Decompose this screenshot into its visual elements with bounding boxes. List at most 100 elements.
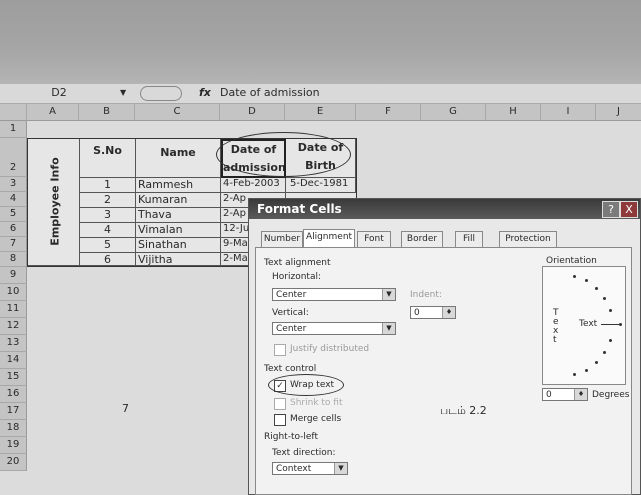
table-row-1-sno[interactable]: 1 [80,178,136,193]
row-header-13[interactable]: 13 [0,335,27,352]
row-header-18[interactable]: 18 [0,420,27,437]
name-box[interactable]: D2 [0,86,118,100]
indent-value: 0 [414,308,420,318]
table-row-5-sno[interactable]: 5 [80,238,136,253]
indent-label: Indent: [410,290,442,300]
header-sno[interactable]: S.No [80,139,136,178]
col-header-h[interactable]: H [486,104,541,121]
table-row-4-sno[interactable]: 4 [80,223,136,238]
help-button[interactable]: ? [602,201,620,218]
orientation-needle [601,324,619,325]
orientation-dot [603,297,606,300]
orientation-dot [595,361,598,364]
employee-info-cell[interactable]: Employee Info [28,139,80,266]
horizontal-select[interactable]: Center ▼ [272,288,396,301]
name-box-dropdown-icon[interactable]: ▼ [120,86,126,100]
ribbon-area [0,0,641,84]
row-header-3[interactable]: 3 [0,177,27,192]
orientation-dot [609,309,612,312]
tab-font[interactable]: Font [357,231,391,248]
header-name[interactable]: Name [136,139,221,178]
row-header-10[interactable]: 10 [0,284,27,301]
tab-border[interactable]: Border [401,231,443,248]
vertical-select[interactable]: Center ▼ [272,322,396,335]
select-all-corner[interactable] [0,104,27,121]
row-header-2[interactable]: 2 [0,138,27,177]
table-row-4-name[interactable]: Vimalan [136,223,221,238]
tab-number[interactable]: Number [261,231,303,248]
orientation-text-label: Text [579,319,598,329]
insert-function-icon[interactable]: fx [199,86,211,100]
tab-alignment[interactable]: Alignment [303,229,355,249]
row-header-20[interactable]: 20 [0,454,27,471]
highlight-oval-wrap-text [268,374,344,396]
row-header-1[interactable]: 1 [0,121,27,138]
row-header-6[interactable]: 6 [0,222,27,237]
justify-distributed-checkbox[interactable] [274,344,286,356]
table-row-2-sno[interactable]: 2 [80,193,136,208]
col-header-i[interactable]: I [541,104,596,121]
table-row-3-name[interactable]: Thava [136,208,221,223]
merge-cells-label: Merge cells [290,414,342,424]
shrink-to-fit-label: Shrink to fit [290,398,343,408]
formula-bar: D2 ▼ fx Date of admission [0,84,641,104]
highlight-oval-headers [216,132,351,177]
table-row-1-name[interactable]: Rammesh [136,178,221,193]
col-header-a[interactable]: A [27,104,79,121]
vertical-value: Center [276,324,307,334]
row-header-16[interactable]: 16 [0,386,27,403]
row-header-12[interactable]: 12 [0,318,27,335]
text-direction-label: Text direction: [272,448,336,458]
shrink-to-fit-checkbox[interactable] [274,398,286,410]
row-header-8[interactable]: 8 [0,252,27,267]
col-header-f[interactable]: F [356,104,421,121]
orientation-dot [585,279,588,282]
row-header-5[interactable]: 5 [0,207,27,222]
spinner-icon: ♦ [574,389,587,400]
row-header-7[interactable]: 7 [0,237,27,252]
table-row-6-name[interactable]: Vijitha [136,253,221,266]
col-header-d[interactable]: D [220,104,285,121]
orientation-heading: Orientation [546,256,597,266]
row-header-19[interactable]: 19 [0,437,27,454]
table-row-6-sno[interactable]: 6 [80,253,136,266]
col-header-b[interactable]: B [79,104,135,121]
orientation-dot [585,369,588,372]
vertical-label: Vertical: [272,308,309,318]
degrees-value: 0 [546,390,552,400]
col-header-j[interactable]: J [596,104,641,121]
horizontal-value: Center [276,290,307,300]
tab-protection[interactable]: Protection [499,231,557,248]
chevron-down-icon: ▼ [334,463,347,474]
horizontal-label: Horizontal: [272,272,321,282]
row-header-9[interactable]: 9 [0,267,27,284]
degrees-spinner[interactable]: 0 ♦ [542,388,588,401]
table-row-5-name[interactable]: Sinathan [136,238,221,253]
formula-bar-oval-marker [140,86,182,101]
table-row-1-dob[interactable]: 5-Dec-1981 [286,178,356,193]
chevron-down-icon: ▼ [382,289,395,300]
table-row-3-sno[interactable]: 3 [80,208,136,223]
tab-fill[interactable]: Fill [455,231,483,248]
stray-number: 7 [122,402,129,415]
col-header-c[interactable]: C [135,104,220,121]
row-header-4[interactable]: 4 [0,192,27,207]
row-header-17[interactable]: 17 [0,403,27,420]
row-header-11[interactable]: 11 [0,301,27,318]
chevron-down-icon: ▼ [382,323,395,334]
col-header-g[interactable]: G [421,104,486,121]
text-direction-value: Context [276,464,312,474]
row-header-15[interactable]: 15 [0,369,27,386]
figure-caption: படம் 2.2 [440,404,487,417]
col-header-e[interactable]: E [285,104,356,121]
justify-distributed-label: Justify distributed [290,344,370,354]
table-row-2-name[interactable]: Kumaran [136,193,221,208]
orientation-box[interactable]: T e x t Text [542,266,626,385]
table-row-1-doa[interactable]: 4-Feb-2003 [221,178,286,193]
close-button[interactable]: X [620,201,638,218]
merge-cells-checkbox[interactable] [274,414,286,426]
formula-content[interactable]: Date of admission [220,86,320,100]
text-direction-select[interactable]: Context ▼ [272,462,348,475]
row-header-14[interactable]: 14 [0,352,27,369]
indent-spinner[interactable]: 0 ♦ [410,306,456,319]
